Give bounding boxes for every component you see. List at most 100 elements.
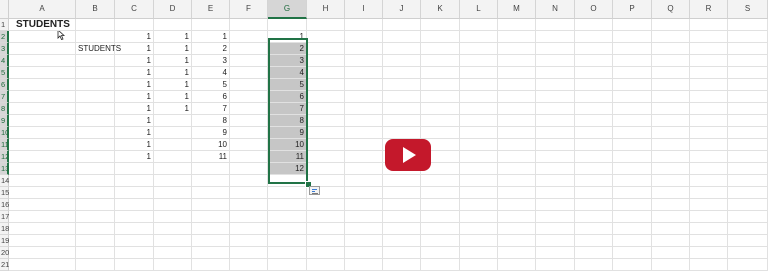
cell-s14[interactable]	[728, 175, 768, 187]
cell-i13[interactable]	[345, 163, 383, 175]
cell-f2[interactable]	[230, 31, 268, 43]
cell-b6[interactable]	[76, 79, 115, 91]
cell-e5[interactable]: 4	[192, 67, 230, 79]
cell-k2[interactable]	[421, 31, 460, 43]
cell-m4[interactable]	[498, 55, 536, 67]
cell-o5[interactable]	[575, 67, 613, 79]
cell-l16[interactable]	[460, 199, 498, 211]
cell-i4[interactable]	[345, 55, 383, 67]
cell-a13[interactable]	[9, 163, 76, 175]
cell-d5[interactable]: 1	[154, 67, 192, 79]
cell-r1[interactable]	[690, 19, 728, 31]
cell-n8[interactable]	[536, 103, 575, 115]
cell-n5[interactable]	[536, 67, 575, 79]
cell-a15[interactable]	[9, 187, 76, 199]
cell-h6[interactable]	[307, 79, 345, 91]
row-header-13[interactable]: 13	[0, 163, 9, 175]
cell-s21[interactable]	[728, 259, 768, 271]
cell-k8[interactable]	[421, 103, 460, 115]
cell-c1[interactable]	[115, 19, 154, 31]
cell-k16[interactable]	[421, 199, 460, 211]
cell-m11[interactable]	[498, 139, 536, 151]
cell-j8[interactable]	[383, 103, 421, 115]
cell-h20[interactable]	[307, 247, 345, 259]
cell-c15[interactable]	[115, 187, 154, 199]
cell-f14[interactable]	[230, 175, 268, 187]
cell-e2[interactable]: 1	[192, 31, 230, 43]
cell-d21[interactable]	[154, 259, 192, 271]
cell-r2[interactable]	[690, 31, 728, 43]
cell-q4[interactable]	[652, 55, 690, 67]
row-header-9[interactable]: 9	[0, 115, 9, 127]
cell-n2[interactable]	[536, 31, 575, 43]
cell-l2[interactable]	[460, 31, 498, 43]
cell-f10[interactable]	[230, 127, 268, 139]
cell-i10[interactable]	[345, 127, 383, 139]
cell-d10[interactable]	[154, 127, 192, 139]
cell-j20[interactable]	[383, 247, 421, 259]
cell-b3[interactable]: STUDENTS	[76, 43, 121, 55]
column-header-o[interactable]: O	[575, 0, 613, 19]
cell-m9[interactable]	[498, 115, 536, 127]
cell-p21[interactable]	[613, 259, 652, 271]
cell-o19[interactable]	[575, 235, 613, 247]
cell-g1[interactable]	[268, 19, 307, 31]
cell-e17[interactable]	[192, 211, 230, 223]
cell-a21[interactable]	[9, 259, 76, 271]
cell-g16[interactable]	[268, 199, 307, 211]
cell-b13[interactable]	[76, 163, 115, 175]
cell-l17[interactable]	[460, 211, 498, 223]
cell-o7[interactable]	[575, 91, 613, 103]
cell-p1[interactable]	[613, 19, 652, 31]
cell-s15[interactable]	[728, 187, 768, 199]
cell-i5[interactable]	[345, 67, 383, 79]
cell-n19[interactable]	[536, 235, 575, 247]
cell-q14[interactable]	[652, 175, 690, 187]
cell-b9[interactable]	[76, 115, 115, 127]
cell-l11[interactable]	[460, 139, 498, 151]
cell-o15[interactable]	[575, 187, 613, 199]
cell-b7[interactable]	[76, 91, 115, 103]
cell-h5[interactable]	[307, 67, 345, 79]
cell-r18[interactable]	[690, 223, 728, 235]
cell-p14[interactable]	[613, 175, 652, 187]
cell-l3[interactable]	[460, 43, 498, 55]
cell-r14[interactable]	[690, 175, 728, 187]
cell-f21[interactable]	[230, 259, 268, 271]
cell-q6[interactable]	[652, 79, 690, 91]
cell-o18[interactable]	[575, 223, 613, 235]
cell-f11[interactable]	[230, 139, 268, 151]
cell-a2[interactable]	[9, 31, 76, 43]
cell-s20[interactable]	[728, 247, 768, 259]
cell-o17[interactable]	[575, 211, 613, 223]
cell-q8[interactable]	[652, 103, 690, 115]
cell-n15[interactable]	[536, 187, 575, 199]
cell-i21[interactable]	[345, 259, 383, 271]
cell-j15[interactable]	[383, 187, 421, 199]
cell-q9[interactable]	[652, 115, 690, 127]
cell-i3[interactable]	[345, 43, 383, 55]
cell-s6[interactable]	[728, 79, 768, 91]
cell-e3[interactable]: 2	[192, 43, 230, 55]
cell-e18[interactable]	[192, 223, 230, 235]
row-header-5[interactable]: 5	[0, 67, 9, 79]
cell-r6[interactable]	[690, 79, 728, 91]
cell-b18[interactable]	[76, 223, 115, 235]
cell-d6[interactable]: 1	[154, 79, 192, 91]
cell-i11[interactable]	[345, 139, 383, 151]
cell-c13[interactable]	[115, 163, 154, 175]
cell-d20[interactable]	[154, 247, 192, 259]
cell-r4[interactable]	[690, 55, 728, 67]
row-header-4[interactable]: 4	[0, 55, 9, 67]
cell-p7[interactable]	[613, 91, 652, 103]
cell-h9[interactable]	[307, 115, 345, 127]
cell-l10[interactable]	[460, 127, 498, 139]
cell-o11[interactable]	[575, 139, 613, 151]
cell-m7[interactable]	[498, 91, 536, 103]
cell-b11[interactable]	[76, 139, 115, 151]
cell-b17[interactable]	[76, 211, 115, 223]
cell-c21[interactable]	[115, 259, 154, 271]
column-header-l[interactable]: L	[460, 0, 498, 19]
cell-g2[interactable]: 1	[268, 31, 307, 43]
cell-a7[interactable]	[9, 91, 76, 103]
